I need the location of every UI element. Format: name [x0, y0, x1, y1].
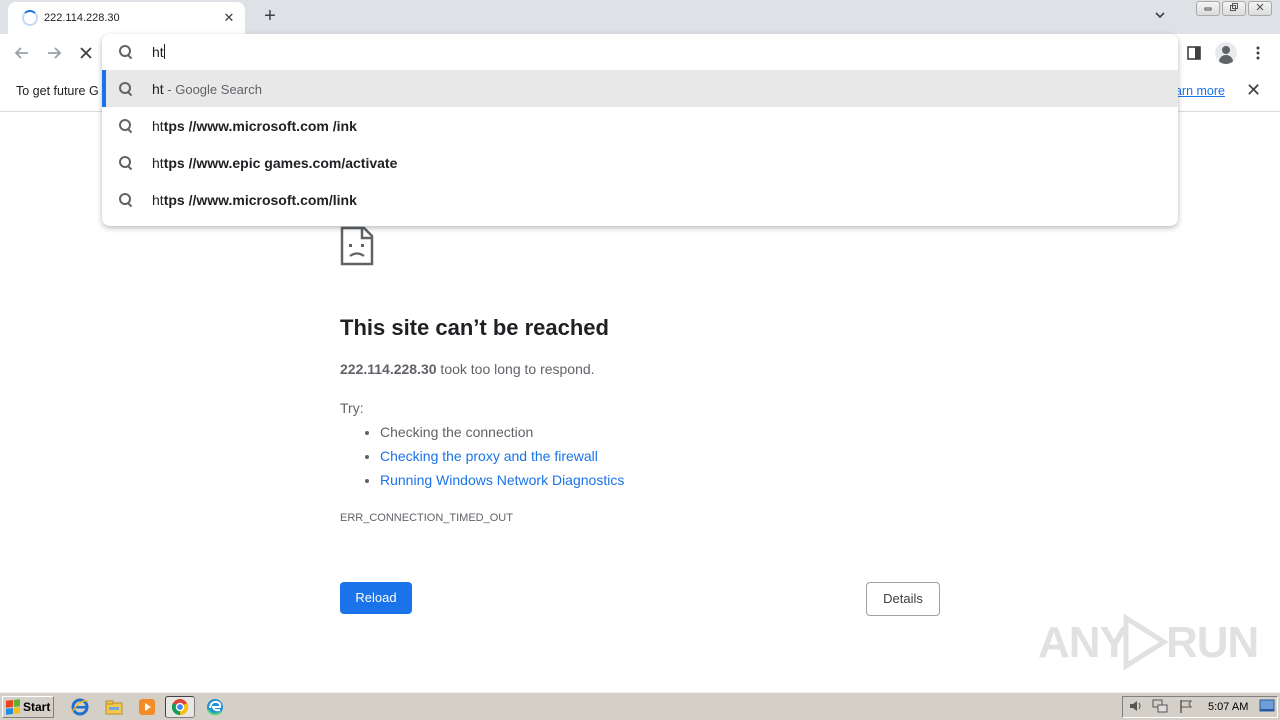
info-bar-close-icon[interactable]: ✕: [1246, 80, 1261, 101]
suggestion-rest: tps //www.microsoft.com/link: [163, 192, 357, 208]
start-label: Start: [23, 700, 51, 714]
minimize-button[interactable]: [1196, 1, 1220, 16]
screen: 222.114.228.30 ✕ + To get future G earn …: [0, 0, 1280, 720]
search-icon: [118, 155, 134, 171]
suggestion-suffix: - Google Search: [163, 82, 262, 97]
error-description: 222.114.228.30 took too long to respond.: [340, 361, 595, 377]
suggestion-item[interactable]: https //www.microsoft.com /ink: [102, 107, 1178, 144]
suggestion-rest: tps //www.microsoft.com /ink: [163, 118, 357, 134]
search-icon: [118, 44, 134, 60]
suggestion-rest: tps //www.epic games.com/activate: [163, 155, 398, 171]
new-tab-button[interactable]: +: [258, 4, 282, 28]
restore-button[interactable]: [1222, 1, 1246, 16]
troubleshoot-list: Checking the connection Checking the pro…: [360, 424, 624, 496]
list-item: Checking the connection: [380, 424, 624, 448]
check-proxy-link[interactable]: Checking the proxy and the firewall: [380, 448, 598, 464]
stop-loading-button[interactable]: [74, 41, 98, 65]
text-caret: [163, 44, 165, 59]
start-button[interactable]: Start: [2, 696, 54, 718]
network-diagnostics-link[interactable]: Running Windows Network Diagnostics: [380, 472, 624, 488]
tab-search-icon[interactable]: [1150, 8, 1170, 26]
show-desktop-icon[interactable]: [1259, 699, 1275, 713]
reload-button[interactable]: Reload: [340, 582, 412, 614]
suggestion-match: ht: [152, 192, 164, 208]
tab-strip: 222.114.228.30 ✕ +: [0, 0, 1280, 34]
error-code: ERR_CONNECTION_TIMED_OUT: [340, 512, 513, 524]
play-icon: [1123, 614, 1168, 670]
edge-icon[interactable]: [205, 697, 225, 717]
network-icon[interactable]: [1152, 698, 1168, 714]
chrome-taskbar-icon[interactable]: [165, 696, 195, 718]
suggestion-item[interactable]: ht - Google Search: [102, 70, 1178, 107]
suggestion-match: ht: [152, 81, 164, 97]
suggestion-match: ht: [152, 155, 164, 171]
search-icon: [118, 192, 134, 208]
search-icon: [118, 81, 134, 97]
taskbar-clock: 5:07 AM: [1208, 701, 1249, 713]
info-bar-text: To get future G: [16, 84, 99, 98]
profile-avatar-icon[interactable]: [1214, 41, 1238, 65]
loading-spinner-icon: [22, 10, 38, 26]
suggestion-item[interactable]: https //www.microsoft.com/link: [102, 181, 1178, 218]
sad-page-icon: [340, 226, 374, 266]
suggestion-item[interactable]: https //www.epic games.com/activate: [102, 144, 1178, 181]
error-title: This site can’t be reached: [340, 315, 609, 340]
tab-title: 222.114.228.30: [44, 12, 120, 24]
omnibox-input-row[interactable]: ht: [102, 34, 1178, 70]
tab-active[interactable]: 222.114.228.30 ✕: [8, 2, 245, 34]
address-input[interactable]: ht: [152, 44, 165, 60]
list-item[interactable]: Running Windows Network Diagnostics: [380, 472, 624, 496]
media-player-icon[interactable]: [137, 697, 157, 717]
watermark-text-right: RUN: [1166, 618, 1259, 667]
error-message: took too long to respond.: [436, 361, 595, 377]
close-window-button[interactable]: [1248, 1, 1272, 16]
details-button[interactable]: Details: [866, 582, 940, 616]
troubleshoot-text: Checking the connection: [380, 424, 534, 440]
omnibox-dropdown: ht ht - Google Search https //www.micros…: [102, 34, 1178, 226]
window-controls: [1196, 1, 1272, 16]
tab-close-icon[interactable]: ✕: [219, 8, 239, 28]
try-label: Try:: [340, 400, 364, 416]
anyrun-watermark-logo: ANY RUN: [1038, 612, 1259, 672]
menu-kebab-icon[interactable]: [1246, 41, 1270, 65]
file-explorer-icon[interactable]: [104, 697, 124, 717]
back-button[interactable]: [10, 41, 34, 65]
volume-icon[interactable]: [1128, 698, 1144, 714]
action-center-flag-icon[interactable]: [1178, 698, 1194, 714]
side-panel-icon[interactable]: [1182, 41, 1206, 65]
windows-taskbar: Start 5:07 AM: [0, 692, 1280, 720]
internet-explorer-icon[interactable]: [70, 697, 90, 717]
system-tray: [1122, 696, 1278, 718]
suggestion-match: ht: [152, 118, 164, 134]
watermark-text-left: ANY: [1038, 618, 1129, 667]
windows-logo-icon: [6, 699, 20, 715]
list-item[interactable]: Checking the proxy and the firewall: [380, 448, 624, 472]
search-icon: [118, 118, 134, 134]
forward-button[interactable]: [42, 41, 66, 65]
address-input-text: ht: [152, 44, 164, 60]
error-host: 222.114.228.30: [340, 361, 437, 377]
